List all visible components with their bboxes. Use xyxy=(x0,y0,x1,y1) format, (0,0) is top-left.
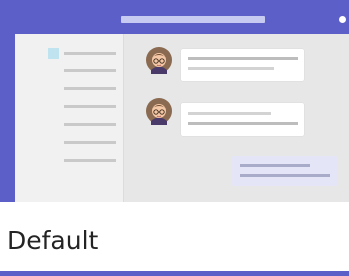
message-bubble xyxy=(181,49,304,81)
reply-line xyxy=(240,164,310,167)
preview-nav-line xyxy=(64,141,116,144)
reply-line xyxy=(240,174,330,177)
preview-nav-square xyxy=(48,48,59,59)
theme-option-default[interactable]: Default xyxy=(0,0,349,276)
message-line xyxy=(188,57,298,60)
preview-nav-line xyxy=(64,87,116,90)
preview-search-bar xyxy=(121,16,265,23)
preview-title-bar xyxy=(0,0,349,34)
preview-nav-line xyxy=(64,105,116,108)
message-line xyxy=(188,112,271,115)
person-avatar-icon xyxy=(146,98,172,125)
message-bubble xyxy=(181,103,304,136)
preview-nav-line xyxy=(64,159,116,162)
message-line xyxy=(188,67,274,70)
preview-profile-dot xyxy=(339,16,346,23)
theme-option-label: Default xyxy=(7,226,99,255)
preview-nav-line xyxy=(64,69,116,72)
reply-bubble xyxy=(232,156,337,186)
preview-chat-area xyxy=(124,34,349,202)
preview-nav-panel xyxy=(15,34,124,202)
preview-nav-line xyxy=(64,123,116,126)
preview-app-rail xyxy=(0,34,15,202)
preview-nav-line xyxy=(64,52,116,55)
theme-preview xyxy=(0,0,349,202)
selected-indicator xyxy=(0,271,349,276)
person-avatar-icon xyxy=(146,47,172,74)
message-line xyxy=(188,122,298,125)
